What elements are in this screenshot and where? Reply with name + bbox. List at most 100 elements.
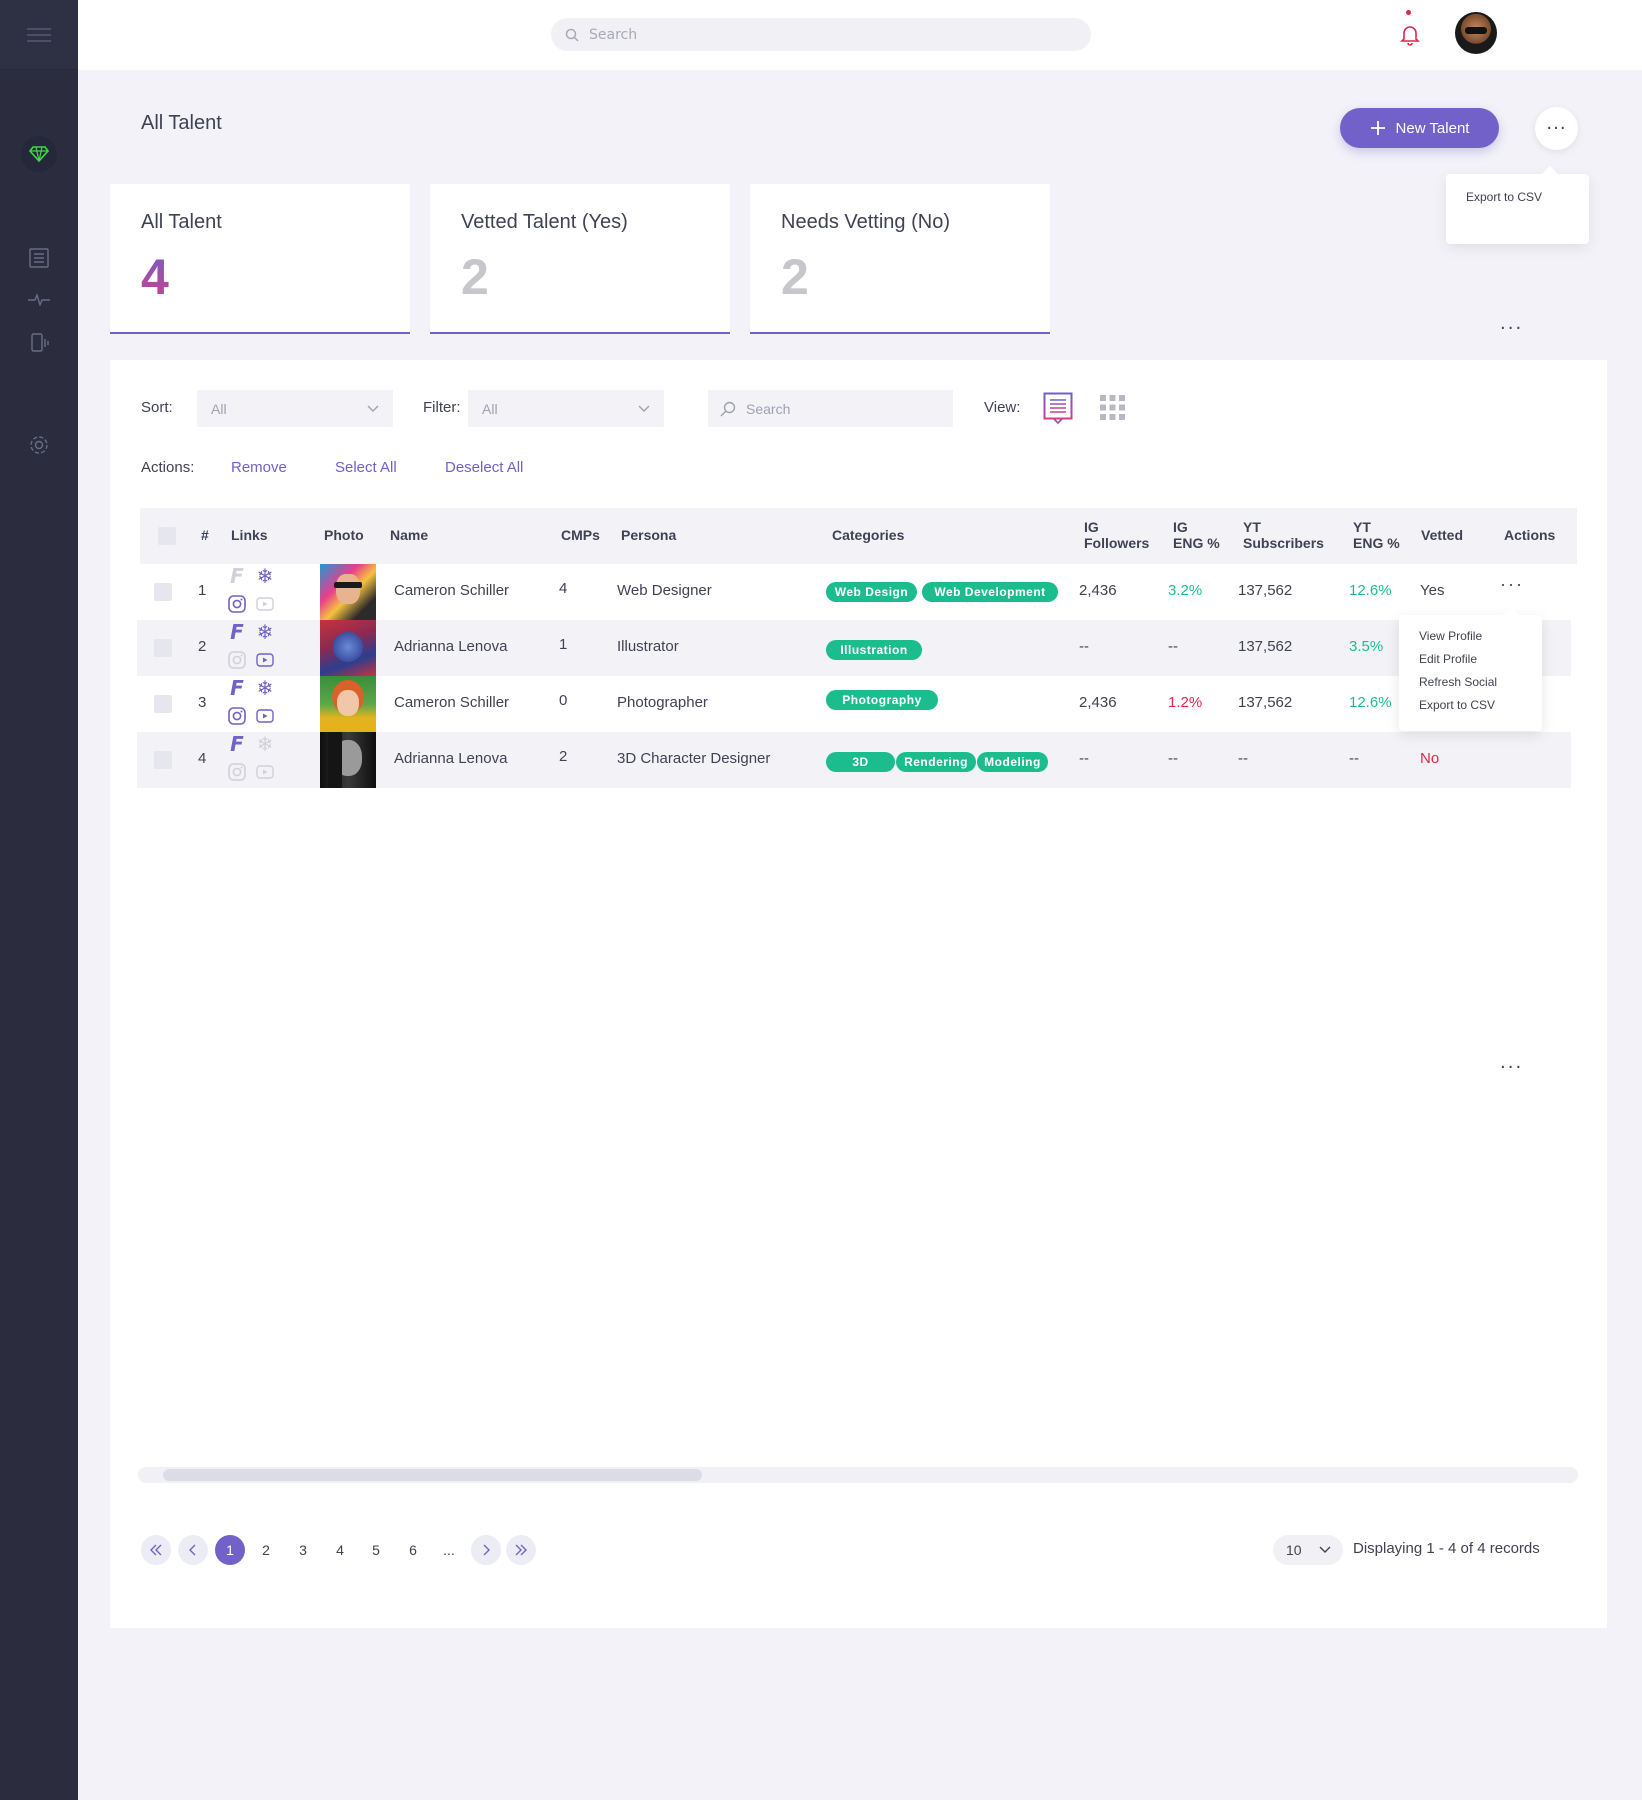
export-csv-menu-item[interactable]: Export to CSV: [1419, 698, 1522, 721]
talent-persona: Photographer: [617, 694, 708, 711]
col-vetted[interactable]: Vetted: [1421, 527, 1463, 543]
vetted-status: No: [1420, 750, 1440, 767]
talent-name[interactable]: Adrianna Lenova: [394, 638, 507, 655]
chevron-down-icon: [638, 405, 650, 412]
page-button[interactable]: 6: [398, 1535, 428, 1565]
youtube-icon[interactable]: [255, 650, 275, 670]
category-tag: Rendering: [896, 752, 976, 772]
snowflake-link-icon[interactable]: ❄: [255, 564, 275, 588]
sidebar: [0, 0, 78, 1800]
snowflake-link-icon[interactable]: ❄: [255, 620, 275, 644]
col-ig-followers[interactable]: IG Followers: [1084, 519, 1149, 551]
table-row[interactable]: 3 F ❄ Cameron Schiller 0 Photographer Ph…: [137, 676, 1571, 732]
instagram-icon[interactable]: [227, 650, 247, 670]
brand-logo[interactable]: [21, 136, 57, 172]
settings-icon[interactable]: [27, 433, 51, 457]
talent-name[interactable]: Cameron Schiller: [394, 694, 509, 711]
menu-icon[interactable]: [27, 24, 51, 46]
filter-select[interactable]: All: [468, 390, 664, 427]
page-button[interactable]: 4: [325, 1535, 355, 1565]
grid-view-icon[interactable]: [1100, 395, 1125, 420]
plus-icon: [1370, 121, 1385, 135]
page-button[interactable]: 2: [251, 1535, 281, 1565]
page-options-menu: Export to CSV: [1446, 166, 1589, 244]
instagram-icon[interactable]: [227, 706, 247, 726]
view-profile-menu-item[interactable]: View Profile: [1419, 629, 1522, 652]
instagram-icon[interactable]: [227, 762, 247, 782]
deselect-all-button[interactable]: Deselect All: [445, 459, 523, 476]
table-search-input[interactable]: Search: [708, 390, 953, 427]
prev-page-button[interactable]: [178, 1535, 208, 1565]
col-yt-eng[interactable]: YT ENG %: [1353, 519, 1400, 551]
table-row[interactable]: 4 F ❄ Adrianna Lenova 2 3D Character Des…: [137, 732, 1571, 788]
youtube-icon[interactable]: [255, 594, 275, 614]
col-name[interactable]: Name: [390, 527, 428, 543]
page-button[interactable]: 3: [288, 1535, 318, 1565]
youtube-icon[interactable]: [255, 762, 275, 782]
device-icon[interactable]: [27, 331, 51, 355]
ig-eng: --: [1168, 750, 1178, 767]
refresh-social-menu-item[interactable]: Refresh Social: [1419, 675, 1522, 698]
col-yt-subscribers[interactable]: YT Subscribers: [1243, 519, 1324, 551]
youtube-icon[interactable]: [255, 706, 275, 726]
row-checkbox[interactable]: [154, 751, 172, 769]
scrollbar-thumb[interactable]: [163, 1469, 702, 1481]
f-link-icon[interactable]: F: [227, 622, 247, 642]
page-button[interactable]: 5: [361, 1535, 391, 1565]
row-checkbox[interactable]: [154, 583, 172, 601]
user-avatar[interactable]: [1455, 12, 1497, 54]
per-page-select[interactable]: 10: [1273, 1535, 1343, 1565]
activity-icon[interactable]: [27, 288, 51, 312]
select-all-checkbox[interactable]: [158, 527, 176, 545]
col-yt-eng-line2: ENG %: [1353, 535, 1400, 551]
table-row[interactable]: 2 F ❄ Adrianna Lenova 1 Illustrator Illu…: [137, 620, 1571, 676]
chevron-down-icon: [367, 405, 379, 412]
row-checkbox[interactable]: [154, 695, 172, 713]
yt-subscribers: --: [1238, 750, 1248, 767]
table-header: # Links Photo Name CMPs Persona Categori…: [140, 508, 1577, 564]
col-ig-followers-line1: IG: [1084, 519, 1099, 535]
sort-select[interactable]: All: [197, 390, 393, 427]
row-actions-button[interactable]: ···: [1500, 574, 1524, 595]
new-talent-button[interactable]: New Talent: [1340, 108, 1499, 148]
col-persona[interactable]: Persona: [621, 527, 676, 543]
col-categories[interactable]: Categories: [832, 527, 904, 543]
stats-more-icon[interactable]: ···: [1500, 318, 1523, 339]
row-checkbox[interactable]: [154, 639, 172, 657]
talent-cmps: 0: [559, 692, 568, 709]
snowflake-link-icon[interactable]: ❄: [255, 676, 275, 700]
global-search-input[interactable]: Search: [551, 18, 1091, 51]
more-options-button[interactable]: ···: [1535, 107, 1578, 150]
col-cmps[interactable]: CMPs: [561, 527, 600, 543]
edit-profile-menu-item[interactable]: Edit Profile: [1419, 652, 1522, 675]
remove-button[interactable]: Remove: [231, 459, 287, 476]
next-page-button[interactable]: [471, 1535, 501, 1565]
f-link-icon[interactable]: F: [227, 734, 247, 754]
panel-more-icon[interactable]: ···: [1500, 1057, 1523, 1078]
list-icon[interactable]: [27, 246, 51, 270]
col-num: #: [201, 527, 209, 543]
export-csv-menu-item[interactable]: Export to CSV: [1466, 190, 1569, 204]
category-tag: Web Development: [922, 582, 1058, 602]
list-view-icon[interactable]: [1043, 392, 1073, 425]
last-page-button[interactable]: [506, 1535, 536, 1565]
talent-name[interactable]: Cameron Schiller: [394, 582, 509, 599]
first-page-button[interactable]: [141, 1535, 171, 1565]
page-button[interactable]: 1: [215, 1535, 245, 1565]
talent-name[interactable]: Adrianna Lenova: [394, 750, 507, 767]
horizontal-scrollbar[interactable]: [138, 1467, 1578, 1483]
f-link-icon[interactable]: F: [227, 566, 247, 586]
talent-cmps: 1: [559, 636, 568, 653]
row-actions-menu: View Profile Edit Profile Refresh Social…: [1399, 607, 1542, 731]
col-yt-eng-line1: YT: [1353, 519, 1371, 535]
bell-icon[interactable]: [1397, 21, 1423, 47]
talent-table-panel: Sort: All Filter: All Search View: Actio…: [110, 360, 1607, 1628]
ig-followers: --: [1079, 638, 1089, 655]
instagram-icon[interactable]: [227, 594, 247, 614]
view-label: View:: [984, 399, 1021, 416]
table-row[interactable]: 1 F ❄ Cameron Schiller 4 Web Designer We…: [137, 564, 1571, 620]
f-link-icon[interactable]: F: [227, 678, 247, 698]
col-ig-eng[interactable]: IG ENG %: [1173, 519, 1220, 551]
snowflake-link-icon[interactable]: ❄: [255, 732, 275, 756]
select-all-button[interactable]: Select All: [335, 459, 397, 476]
